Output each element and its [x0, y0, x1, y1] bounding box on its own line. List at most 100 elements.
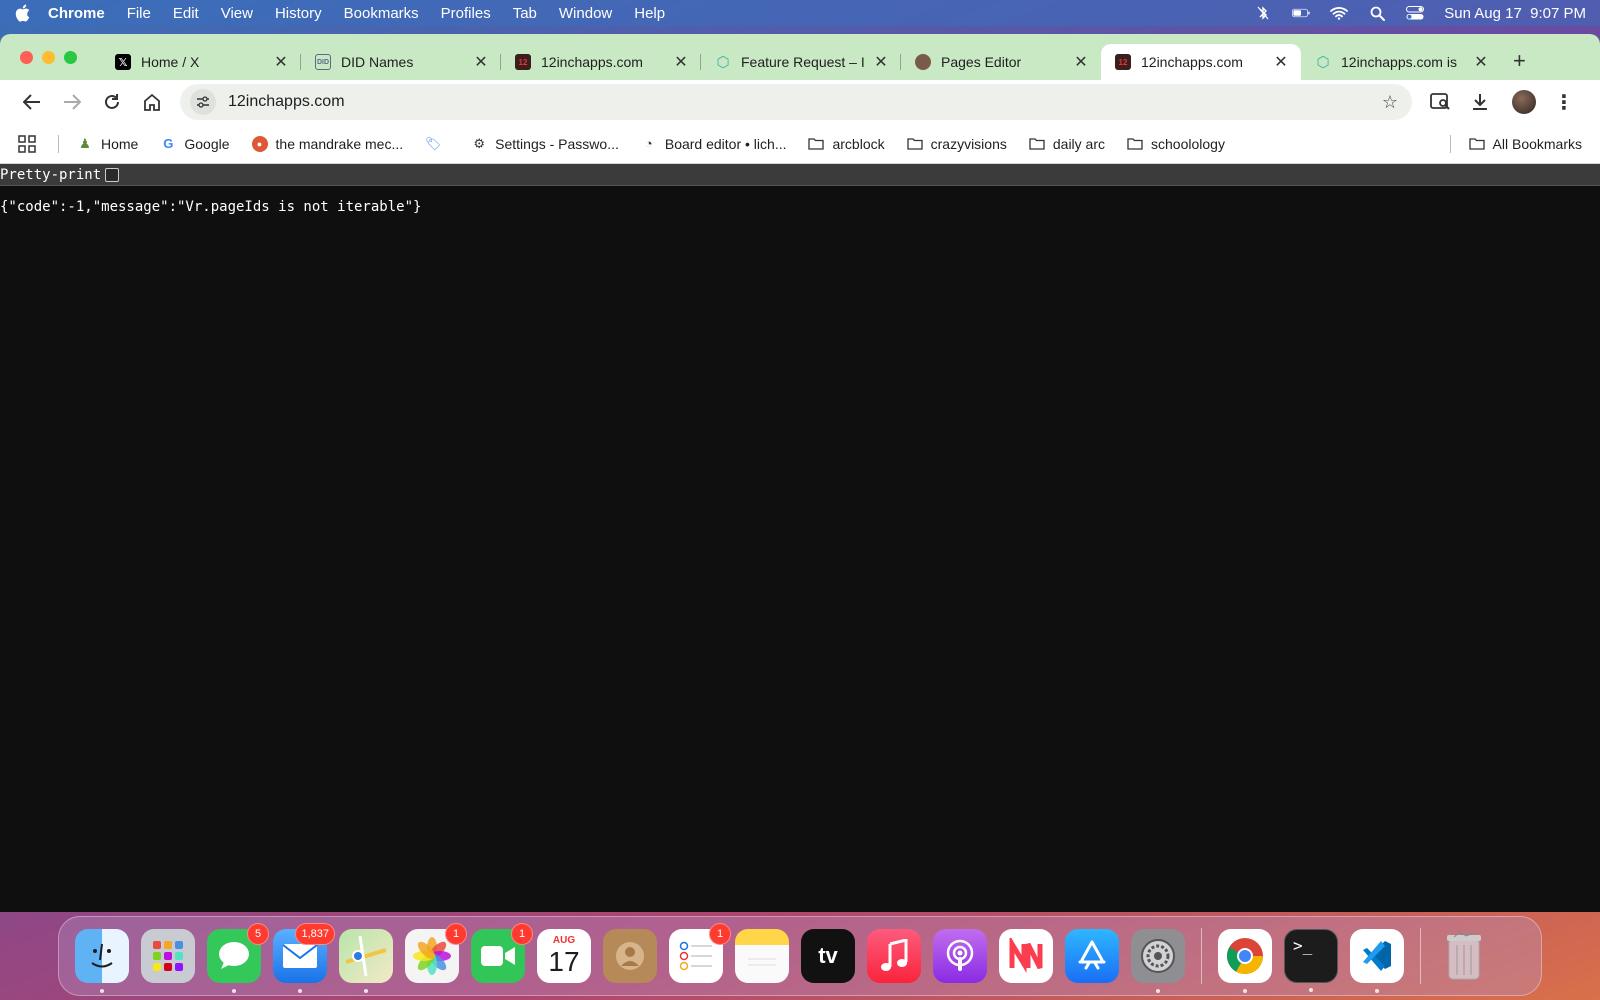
tab-title: 12inchapps.com is — [1341, 54, 1457, 70]
maps-icon[interactable] — [339, 929, 393, 993]
calendar-icon[interactable]: AUG 17 — [537, 929, 591, 983]
menu-tab[interactable]: Tab — [513, 5, 537, 22]
more-menu-icon[interactable]: ⋮ — [1546, 84, 1582, 120]
home-button[interactable] — [134, 84, 170, 120]
bookmark-folder-crazyvisions[interactable]: crazyvisions — [906, 136, 1007, 152]
apple-tv-icon[interactable]: tv — [801, 929, 855, 983]
all-bookmarks-label: All Bookmarks — [1492, 135, 1582, 152]
podcasts-icon[interactable] — [933, 929, 987, 983]
bookmark-home[interactable]: ♟ Home — [77, 136, 138, 152]
bookmark-settings-passwords[interactable]: ⚙ Settings - Passwo... — [471, 136, 619, 152]
tab-feature-request[interactable]: ⬡ Feature Request – I ✕ — [701, 44, 901, 80]
system-settings-icon[interactable] — [1131, 929, 1185, 993]
close-tab-icon[interactable]: ✕ — [1473, 52, 1489, 72]
bookmark-folder-schoolology[interactable]: schoolology — [1127, 136, 1225, 152]
download-icon[interactable] — [1462, 84, 1498, 120]
did-icon: DID — [315, 54, 331, 70]
trash-icon[interactable] — [1437, 929, 1491, 983]
google-icon: G — [163, 136, 174, 151]
photos-icon[interactable]: 1 — [405, 923, 467, 983]
chrome-icon[interactable] — [1218, 929, 1272, 993]
site-info-icon[interactable] — [190, 89, 216, 115]
terminal-icon[interactable]: >_ — [1284, 929, 1338, 992]
apps-grid-icon[interactable] — [18, 134, 36, 153]
bookmark-tag[interactable]: 🏷 — [425, 136, 449, 152]
music-icon[interactable] — [867, 929, 921, 983]
bookmark-mandrake[interactable]: ● the mandrake mec... — [251, 135, 403, 152]
bookmarks-divider — [58, 134, 59, 153]
all-bookmarks-button[interactable]: All Bookmarks — [1468, 135, 1582, 152]
menu-app-name[interactable]: Chrome — [48, 5, 105, 22]
tab-did-names[interactable]: DID DID Names ✕ — [301, 44, 501, 80]
menu-bookmarks[interactable]: Bookmarks — [344, 5, 419, 22]
battery-icon[interactable] — [1292, 6, 1310, 20]
profile-avatar[interactable] — [1512, 90, 1536, 114]
menu-help[interactable]: Help — [634, 5, 665, 22]
notes-icon[interactable] — [735, 929, 789, 983]
vscode-icon[interactable] — [1350, 929, 1404, 993]
google-lens-icon[interactable] — [1422, 84, 1458, 120]
tag-icon: 🏷 — [424, 135, 442, 151]
close-tab-icon[interactable]: ✕ — [473, 52, 489, 72]
bookmark-board-editor[interactable]: ◔ Board editor • lich... — [641, 136, 787, 152]
menu-profiles[interactable]: Profiles — [441, 5, 491, 22]
tab-12inchapps-active[interactable]: 12 12inchapps.com ✕ — [1101, 44, 1301, 80]
tab-12inchapps-1[interactable]: 12 12inchapps.com ✕ — [501, 44, 701, 80]
bookmark-label: arcblock — [832, 135, 885, 152]
close-tab-icon[interactable]: ✕ — [1073, 52, 1089, 72]
menu-view[interactable]: View — [221, 5, 253, 22]
new-tab-button[interactable]: + — [1513, 48, 1526, 74]
close-window-button[interactable] — [20, 50, 33, 64]
running-indicator — [298, 989, 302, 993]
facetime-icon[interactable]: 1 — [471, 923, 533, 983]
close-tab-icon[interactable]: ✕ — [873, 52, 889, 72]
maximize-window-button[interactable] — [64, 50, 77, 64]
chess-pawn-icon: ♟ — [79, 135, 91, 151]
folder-icon — [1029, 136, 1045, 152]
menu-window[interactable]: Window — [559, 5, 612, 22]
tab-12inchapps-is[interactable]: ⬡ 12inchapps.com is ✕ — [1301, 44, 1501, 80]
folder-icon — [1127, 136, 1143, 152]
news-icon[interactable] — [999, 929, 1053, 983]
bookmark-folder-arcblock[interactable]: arcblock — [808, 135, 885, 152]
pretty-print-checkbox[interactable] — [105, 167, 120, 182]
tab-pages-editor[interactable]: Pages Editor ✕ — [901, 44, 1101, 80]
address-bar[interactable]: 12inchapps.com ☆ — [180, 84, 1412, 120]
url-text[interactable]: 12inchapps.com — [228, 93, 1382, 111]
reminders-icon[interactable]: 1 — [669, 923, 731, 983]
facetime-badge: 1 — [511, 923, 533, 945]
messages-icon[interactable]: 5 — [207, 923, 269, 993]
forward-button[interactable] — [54, 84, 90, 120]
menu-file[interactable]: File — [127, 5, 151, 22]
x-icon: 𝕏 — [115, 54, 131, 70]
bookmark-star-icon[interactable]: ☆ — [1382, 92, 1398, 113]
finder-icon[interactable] — [75, 929, 129, 993]
minimize-window-button[interactable] — [42, 50, 55, 64]
menu-edit[interactable]: Edit — [173, 5, 199, 22]
tab-title: Home / X — [141, 54, 200, 70]
app-store-icon[interactable] — [1065, 929, 1119, 983]
running-indicator — [1309, 988, 1313, 992]
launchpad-icon[interactable] — [141, 929, 195, 983]
hex-icon: ⬡ — [1316, 54, 1330, 71]
running-indicator — [1243, 989, 1247, 993]
bluetooth-off-icon[interactable] — [1254, 6, 1272, 20]
close-tab-icon[interactable]: ✕ — [673, 52, 689, 72]
mail-icon[interactable]: 1,837 — [273, 923, 335, 993]
spotlight-search-icon[interactable] — [1368, 6, 1386, 21]
back-button[interactable] — [14, 84, 50, 120]
apple-menu-icon[interactable] — [14, 4, 30, 22]
menu-clock[interactable]: Sun Aug 17 9:07 PM — [1444, 5, 1586, 22]
menu-history[interactable]: History — [275, 5, 322, 22]
close-tab-icon[interactable]: ✕ — [273, 52, 289, 72]
tab-home-x[interactable]: 𝕏 Home / X ✕ — [101, 44, 301, 80]
control-center-icon[interactable] — [1406, 6, 1425, 20]
terminal-prompt-glyph: >_ — [1293, 936, 1313, 955]
reload-button[interactable] — [94, 84, 130, 120]
bookmark-google[interactable]: G Google — [160, 136, 229, 152]
folder-icon — [906, 136, 923, 152]
close-tab-icon[interactable]: ✕ — [1273, 52, 1289, 72]
bookmark-folder-daily-arc[interactable]: daily arc — [1029, 136, 1105, 152]
wifi-icon[interactable] — [1330, 6, 1349, 20]
contacts-icon[interactable] — [603, 929, 657, 983]
